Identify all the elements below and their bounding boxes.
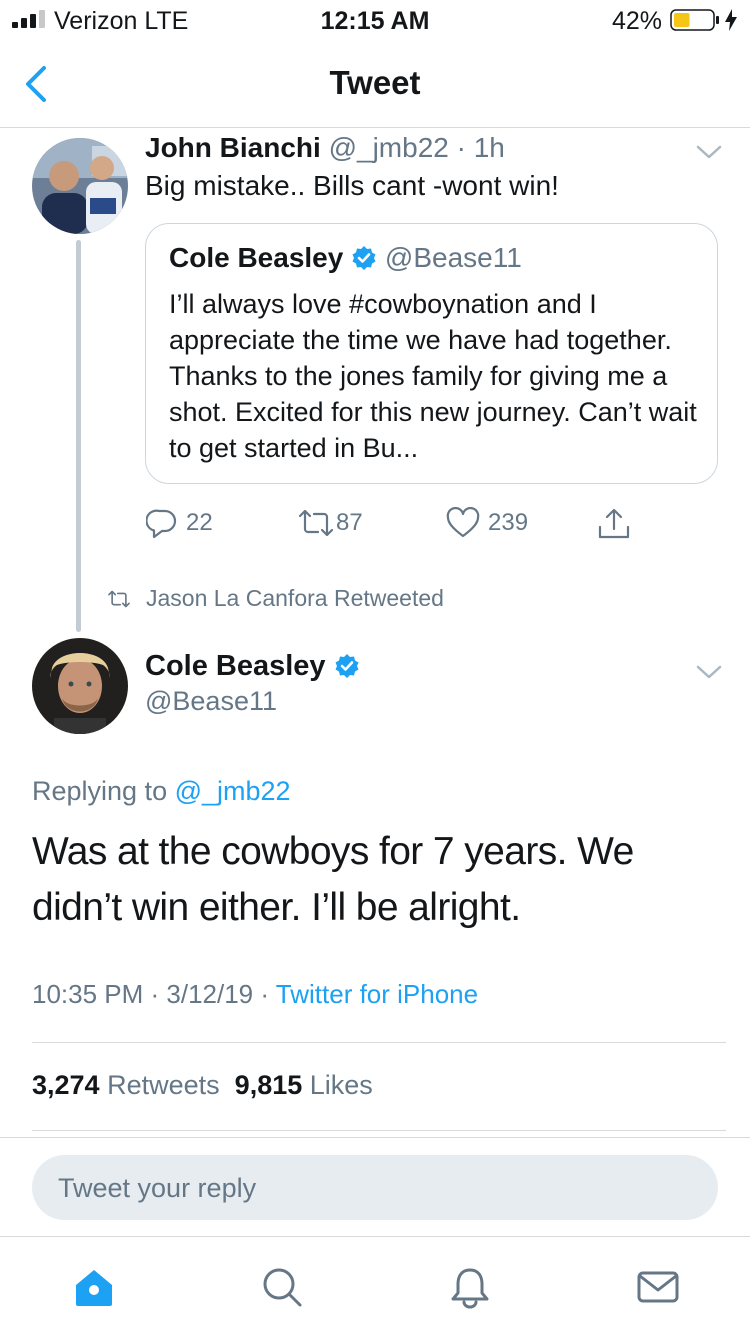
navigation-bar: Tweet: [0, 40, 750, 128]
main-tweet-author-handle[interactable]: @Bease11: [145, 686, 277, 717]
chevron-down-icon[interactable]: [695, 142, 723, 162]
charging-bolt-icon: [725, 9, 737, 31]
retweets-count: 3,274: [32, 1070, 100, 1100]
battery-percentage: 42%: [611, 7, 662, 35]
verified-badge-icon: [335, 654, 359, 678]
likes-count: 9,815: [234, 1070, 303, 1100]
quoted-tweet-author-handle: @Bease11: [384, 242, 522, 273]
like-action[interactable]: 239: [446, 505, 536, 541]
reply-tweet-action-bar: 22 87 239: [0, 505, 750, 541]
main-tweet-text: Was at the cowboys for 7 years. We didn’…: [32, 830, 634, 929]
reply-action[interactable]: 22: [146, 505, 226, 541]
heart-icon: [446, 507, 480, 538]
status-bar: Verizon LTE 12:15 AM 42%: [0, 0, 750, 40]
reply-tweet-timestamp: · 1h: [456, 132, 505, 163]
reply-tweet-author-handle[interactable]: @_jmb22: [329, 132, 449, 163]
retweet-icon: [108, 590, 130, 608]
retweeted-by-text: Jason La Canfora Retweeted: [146, 585, 444, 611]
retweet-icon: [298, 509, 334, 537]
avatar-john-bianchi[interactable]: [32, 138, 128, 234]
divider: [32, 1130, 726, 1131]
reply-tweet-author-name[interactable]: John Bianchi: [145, 132, 321, 163]
reply-input-placeholder: Tweet your reply: [58, 1173, 257, 1203]
messages-icon[interactable]: [636, 1265, 680, 1309]
likes-label: Likes: [309, 1070, 373, 1100]
replying-to-handle-link[interactable]: @_jmb22: [175, 776, 291, 806]
divider: [32, 1042, 726, 1043]
main-tweet-author-name-text: Cole Beasley: [145, 650, 326, 682]
verified-badge-icon: [352, 246, 376, 270]
quoted-tweet-author-name: Cole Beasley: [169, 242, 344, 273]
like-count: 239: [488, 509, 529, 536]
replying-to-label: Replying to: [32, 776, 175, 806]
avatar-cole-beasley[interactable]: [32, 638, 128, 734]
tweet-source-link[interactable]: Twitter for iPhone: [276, 979, 478, 1009]
reply-count: 22: [186, 509, 213, 536]
main-tweet-metadata: 10:35 PM · 3/12/19 · Twitter for iPhone: [32, 979, 478, 1010]
retweets-label: Retweets: [107, 1070, 220, 1100]
divider: [0, 1137, 750, 1138]
reply-tweet-text: Big mistake.. Bills cant -wont win!: [145, 170, 559, 201]
main-tweet-timestamp: 10:35 PM · 3/12/19 ·: [32, 979, 276, 1009]
retweets-stat[interactable]: 3,274 Retweets: [32, 1070, 220, 1100]
tweet-reply-input[interactable]: Tweet your reply: [32, 1155, 718, 1220]
share-action[interactable]: [597, 505, 633, 541]
likes-stat[interactable]: 9,815 Likes: [235, 1070, 373, 1100]
chevron-down-icon[interactable]: [695, 662, 723, 682]
quoted-tweet-header: Cole Beasley @Bease11: [169, 242, 522, 274]
replying-to-line: Replying to @_jmb22: [32, 776, 291, 807]
quoted-tweet-card[interactable]: Cole Beasley @Bease11 I’ll always love #…: [145, 223, 718, 484]
main-tweet-author-name[interactable]: Cole Beasley: [145, 650, 360, 683]
notifications-icon[interactable]: [448, 1265, 492, 1309]
battery-icon: [670, 9, 719, 31]
share-icon: [598, 508, 630, 539]
quoted-tweet-text: I’ll always love #cowboynation and I app…: [169, 289, 697, 463]
home-icon[interactable]: [72, 1265, 116, 1309]
page-title: Tweet: [329, 64, 421, 101]
thread-connector-line: [76, 240, 81, 632]
reply-tweet-header: John Bianchi @_jmb22 · 1h: [145, 132, 505, 164]
retweet-count: 87: [336, 509, 363, 536]
search-icon[interactable]: [260, 1265, 304, 1309]
retweet-action[interactable]: 87: [296, 505, 376, 541]
reply-bubble-icon: [146, 509, 177, 539]
bottom-tab-bar: [0, 1236, 750, 1334]
engagement-counts: 3,274 Retweets 9,815 Likes: [32, 1070, 373, 1101]
